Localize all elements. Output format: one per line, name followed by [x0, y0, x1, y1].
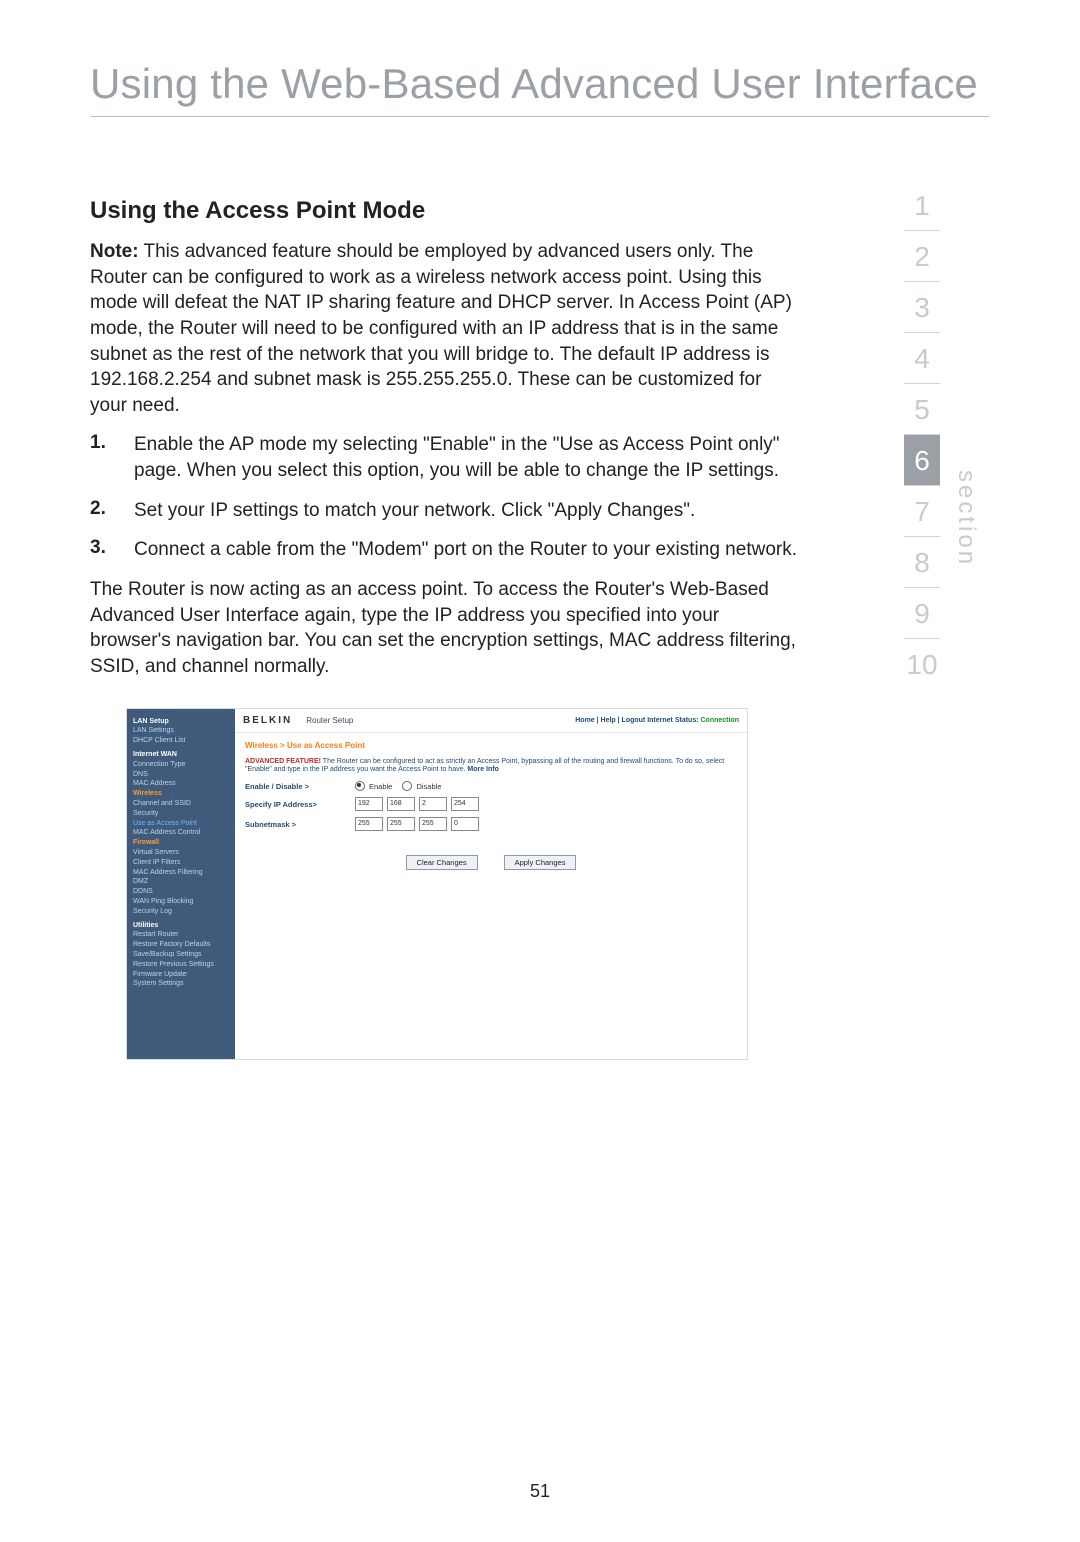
router-sidebar-item: Internet WAN — [133, 750, 229, 760]
router-sidebar-item[interactable]: Restart Router — [133, 930, 229, 940]
apply-changes-button[interactable]: Apply Changes — [504, 855, 577, 870]
section-nav-5[interactable]: 5 — [904, 384, 940, 435]
router-sidebar-item[interactable]: Restore Previous Settings — [133, 960, 229, 970]
row-mask: Subnetmask > 255 255 255 0 — [245, 817, 737, 831]
router-sidebar-item[interactable]: Firewall — [133, 838, 229, 848]
radio-enable[interactable] — [355, 781, 365, 791]
section-nav-1[interactable]: 1 — [904, 180, 940, 231]
router-sidebar-item[interactable]: Firmware Update — [133, 970, 229, 980]
router-title: Router Setup — [306, 716, 353, 725]
router-sidebar-item[interactable]: DMZ — [133, 877, 229, 887]
router-main: BELKIN Router Setup Home | Help | Logout… — [235, 709, 747, 1059]
label-ip: Specify IP Address> — [245, 800, 355, 809]
router-sidebar-item[interactable]: Use as Access Point — [133, 819, 229, 829]
chapter-title: Using the Web-Based Advanced User Interf… — [90, 60, 990, 108]
closing-paragraph: The Router is now acting as an access po… — [90, 577, 800, 680]
router-sidebar-item[interactable]: Connection Type — [133, 760, 229, 770]
router-sidebar-item[interactable]: DNS — [133, 770, 229, 780]
router-sidebar-item[interactable]: Wireless — [133, 789, 229, 799]
radio-disable[interactable] — [402, 781, 412, 791]
note-paragraph: Note: This advanced feature should be em… — [90, 239, 800, 418]
router-sidebar-item[interactable]: LAN Settings — [133, 726, 229, 736]
section-word: section — [952, 470, 980, 567]
section-nav-6[interactable]: 6 — [904, 435, 940, 486]
router-sidebar-item[interactable]: Restore Factory Defaults — [133, 940, 229, 950]
router-topbar: BELKIN Router Setup Home | Help | Logout… — [235, 709, 747, 728]
step-text: Enable the AP mode my selecting "Enable"… — [134, 432, 800, 483]
note-label: Note: — [90, 241, 139, 262]
note-text: This advanced feature should be employed… — [90, 241, 792, 416]
router-sidebar-item[interactable]: DHCP Client List — [133, 736, 229, 746]
label-mask: Subnetmask > — [245, 820, 355, 829]
mask-octet-2[interactable]: 255 — [387, 817, 415, 831]
step-text: Set your IP settings to match your netwo… — [134, 498, 695, 524]
router-feature-label: ADVANCED FEATURE! — [245, 758, 321, 765]
row-ip: Specify IP Address> 192 168 2 254 — [245, 797, 737, 811]
step-number: 2. — [90, 498, 134, 524]
section-heading: Using the Access Point Mode — [90, 197, 800, 225]
router-sidebar-item[interactable]: Client IP Filters — [133, 858, 229, 868]
section-nav-7[interactable]: 7 — [904, 486, 940, 537]
section-nav-3[interactable]: 3 — [904, 282, 940, 333]
ip-octet-1[interactable]: 192 — [355, 797, 383, 811]
section-nav-2[interactable]: 2 — [904, 231, 940, 282]
router-feature-text: ADVANCED FEATURE! The Router can be conf… — [245, 758, 737, 776]
steps-list: 1.Enable the AP mode my selecting "Enabl… — [90, 432, 800, 563]
step-number: 3. — [90, 537, 134, 563]
section-nav: 12345678910 — [904, 180, 940, 689]
router-sidebar-item[interactable]: Channel and SSID — [133, 799, 229, 809]
router-sidebar-item[interactable]: WAN Ping Blocking — [133, 897, 229, 907]
label-enable: Enable / Disable > — [245, 782, 355, 791]
step-item: 1.Enable the AP mode my selecting "Enabl… — [90, 432, 800, 483]
router-sidebar-item[interactable]: Virtual Servers — [133, 848, 229, 858]
section-nav-9[interactable]: 9 — [904, 588, 940, 639]
step-item: 2.Set your IP settings to match your net… — [90, 498, 800, 524]
router-screenshot: LAN SetupLAN SettingsDHCP Client List Int… — [126, 708, 748, 1060]
router-sidebar-item: Utilities — [133, 921, 229, 931]
router-toplinks[interactable]: Home | Help | Logout Internet Status: Co… — [575, 717, 739, 724]
router-sidebar-item[interactable]: System Settings — [133, 979, 229, 989]
router-more-info-link[interactable]: More Info — [467, 766, 499, 773]
router-toplinks-text[interactable]: Home | Help | Logout Internet Status: — [575, 717, 698, 724]
router-sidebar-item[interactable]: MAC Address Control — [133, 828, 229, 838]
chapter-rule — [90, 116, 990, 117]
mask-octet-1[interactable]: 255 — [355, 817, 383, 831]
router-button-row: Clear Changes Apply Changes — [245, 855, 737, 870]
router-sidebar-item: LAN Setup — [133, 717, 229, 727]
router-sidebar-item[interactable]: Save/Backup Settings — [133, 950, 229, 960]
router-brand: BELKIN — [243, 715, 292, 726]
row-enable: Enable / Disable > Enable Disable — [245, 781, 737, 791]
radio-enable-label: Enable — [369, 782, 392, 791]
radio-disable-label: Disable — [416, 782, 441, 791]
mask-octet-4[interactable]: 0 — [451, 817, 479, 831]
section-nav-8[interactable]: 8 — [904, 537, 940, 588]
page-number: 51 — [0, 1481, 1080, 1502]
ip-octet-2[interactable]: 168 — [387, 797, 415, 811]
router-sidebar-item[interactable]: MAC Address — [133, 779, 229, 789]
step-number: 1. — [90, 432, 134, 483]
router-sidebar-item[interactable]: MAC Address Filtering — [133, 868, 229, 878]
section-nav-4[interactable]: 4 — [904, 333, 940, 384]
router-breadcrumb: Wireless > Use as Access Point — [245, 741, 737, 750]
ip-octet-3[interactable]: 2 — [419, 797, 447, 811]
router-sidebar-item[interactable]: Security Log — [133, 907, 229, 917]
router-status-value: Connection — [701, 717, 740, 724]
router-sidebar: LAN SetupLAN SettingsDHCP Client List Int… — [127, 709, 235, 1059]
router-sidebar-item[interactable]: Security — [133, 809, 229, 819]
step-item: 3.Connect a cable from the "Modem" port … — [90, 537, 800, 563]
section-nav-10[interactable]: 10 — [904, 639, 940, 689]
clear-changes-button[interactable]: Clear Changes — [406, 855, 478, 870]
ip-octet-4[interactable]: 254 — [451, 797, 479, 811]
step-text: Connect a cable from the "Modem" port on… — [134, 537, 797, 563]
router-sidebar-item[interactable]: DDNS — [133, 887, 229, 897]
mask-octet-3[interactable]: 255 — [419, 817, 447, 831]
